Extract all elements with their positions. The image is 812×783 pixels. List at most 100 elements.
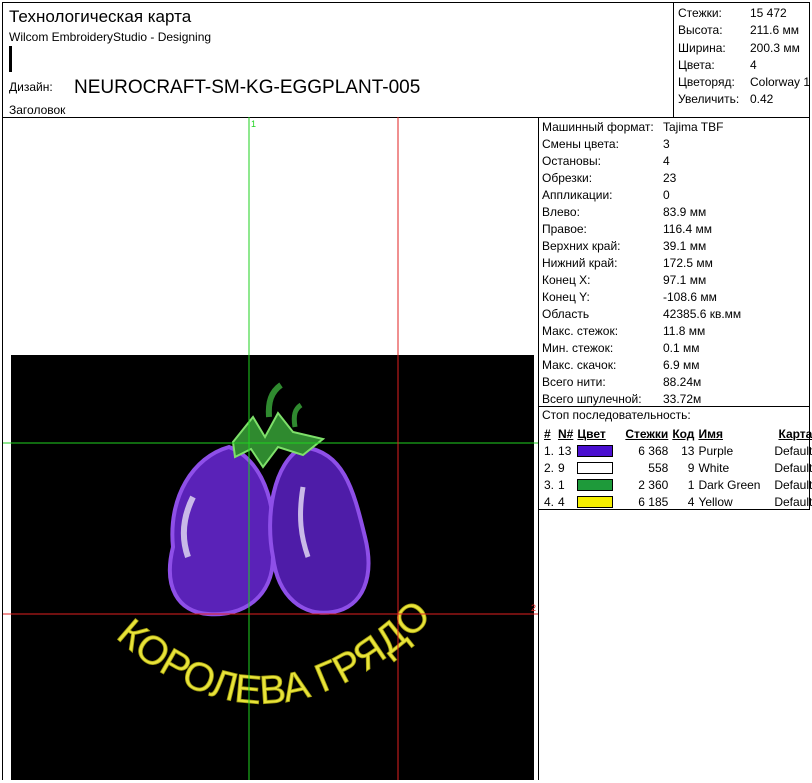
- summary-label: Ширина:: [678, 40, 726, 55]
- info-label: Мин. стежок:: [542, 341, 614, 355]
- info-label: Правое:: [542, 222, 587, 236]
- summary-value: 211.6 мм: [750, 23, 799, 38]
- summary-row: Стежки: 15 472: [678, 5, 811, 22]
- info-value: 42385.6 кв.мм: [663, 307, 742, 321]
- stop-sequence: Стоп последовательность: # N# Цвет Стежки Ко…: [538, 406, 812, 510]
- info-label: Конец Y:: [542, 290, 590, 304]
- color-code: 9: [687, 460, 695, 475]
- summary-label: Цвета:: [678, 57, 715, 72]
- summary-value: 0.42: [750, 92, 774, 107]
- info-row: Смены цвета: 3: [542, 136, 809, 153]
- needle-number: 1: [558, 477, 565, 492]
- info-label: Верхних край:: [542, 239, 621, 253]
- column-header: Цвет: [577, 426, 606, 441]
- color-name: Yellow: [698, 494, 733, 509]
- info-label: Макс. стежок:: [542, 324, 619, 338]
- row-index: 3.: [544, 477, 555, 492]
- row-index: 4.: [544, 494, 555, 509]
- summary-value: 4: [750, 57, 757, 72]
- info-value: 97.1 мм: [663, 273, 707, 287]
- info-label: Макс. скачок:: [542, 358, 617, 372]
- column-header: #: [544, 426, 551, 441]
- summary-label: Стежки:: [678, 6, 722, 20]
- barcode: [9, 46, 417, 72]
- info-row: Остановы: 4: [542, 153, 809, 170]
- info-row: Машинный формат: Tajima TBF: [542, 119, 809, 136]
- info-row: Макс. стежок: 11.8 мм: [542, 323, 809, 340]
- color-name: White: [698, 460, 730, 475]
- info-value: 11.8 мм: [663, 324, 706, 338]
- summary-row: Цветоряд: Colorway 1: [678, 74, 811, 91]
- summary-value: Colorway 1: [750, 75, 811, 90]
- chart-name: Default: [774, 477, 812, 492]
- summary-label: Высота:: [678, 23, 723, 38]
- info-value: 88.24м: [663, 375, 702, 389]
- info-label: Смены цвета:: [542, 137, 619, 151]
- color-code: 4: [687, 494, 695, 509]
- stitch-count: 558: [648, 460, 669, 475]
- info-row: Обрезки: 23: [542, 170, 809, 187]
- info-row: Область 42385.6 кв.мм: [542, 306, 809, 323]
- info-value: 116.4 мм: [663, 222, 712, 236]
- info-label: Аппликации:: [542, 188, 613, 202]
- column-header: Имя: [698, 426, 723, 441]
- info-row: Влево: 83.9 мм: [542, 204, 809, 221]
- color-code: 13: [681, 443, 695, 458]
- info-label: Машинный формат:: [542, 120, 654, 134]
- info-value: 0: [663, 188, 670, 202]
- info-row: Всего нити: 88.24м: [542, 374, 809, 391]
- axis-label-2: 2: [531, 603, 536, 613]
- stop-sequence-title: Стоп последовательность:: [542, 408, 691, 422]
- summary-row: Высота: 211.6 мм: [678, 22, 811, 39]
- color-code: 1: [687, 477, 695, 492]
- chart-name: Default: [774, 443, 812, 458]
- info-label: Обрезки:: [542, 171, 593, 185]
- info-row: Аппликации: 0: [542, 187, 809, 204]
- info-value: 172.5 мм: [663, 256, 713, 270]
- info-value: 83.9 мм: [663, 205, 707, 219]
- table-row: 2. 9 558 9 White Default: [542, 459, 812, 476]
- color-swatch: [575, 493, 615, 510]
- design-preview: КОРОЛЕВА ГРЯДОК 1 2: [0, 82, 539, 780]
- software-name: Wilcom EmbroideryStudio - Designing: [9, 30, 212, 44]
- color-name: Dark Green: [698, 477, 761, 492]
- info-label: Конец X:: [542, 273, 591, 287]
- info-value: 23: [663, 171, 677, 185]
- info-label: Всего нити:: [542, 375, 606, 389]
- summary-panel: Стежки: 15 472 Высота: 211.6 мм Ширина: 200.3…: [673, 3, 811, 117]
- column-header: Карта: [778, 426, 812, 441]
- info-value: -108.6 мм: [663, 290, 717, 304]
- summary-row: Увеличить: 0.42: [678, 91, 811, 108]
- needle-number: 9: [558, 460, 565, 475]
- info-value: Tajima TBF: [663, 120, 724, 134]
- info-value: 6.9 мм: [663, 358, 700, 372]
- info-label: Область: [542, 307, 590, 321]
- table-row: 1. 13 6 368 13 Purple Default: [542, 442, 812, 459]
- info-row: Правое: 116.4 мм: [542, 221, 809, 238]
- info-label: Остановы:: [542, 154, 602, 168]
- info-row: Мин. стежок: 0.1 мм: [542, 340, 809, 357]
- column-header: N#: [558, 426, 574, 441]
- stitch-count: 2 360: [638, 477, 669, 492]
- machine-info-panel: Машинный формат: Tajima TBF Смены цвета: 3 О…: [538, 117, 810, 407]
- info-row: Макс. скачок: 6.9 мм: [542, 357, 809, 374]
- row-index: 2.: [544, 460, 555, 475]
- column-header: Код: [672, 426, 695, 441]
- header: Технологическая карта Wilcom EmbroideryS…: [2, 2, 810, 118]
- info-row: Конец X: 97.1 мм: [542, 272, 809, 289]
- row-index: 1.: [544, 443, 555, 458]
- info-value: 3: [663, 137, 670, 151]
- color-swatch: [575, 459, 615, 476]
- info-label: Влево:: [542, 205, 580, 219]
- color-swatch: [575, 476, 615, 493]
- axis-label-1: 1: [251, 119, 256, 129]
- summary-label: Увеличить:: [678, 92, 740, 107]
- needle-number: 4: [558, 494, 565, 509]
- stop-sequence-table: # N# Цвет Стежки Код Имя Карта 1. 13 6 368 13 Purp…: [542, 425, 812, 510]
- summary-value: 15 472: [750, 6, 787, 20]
- table-row: 4. 4 6 185 4 Yellow Default: [542, 493, 812, 510]
- info-value: 4: [663, 154, 670, 168]
- color-swatch: [575, 442, 615, 459]
- design-label: Дизайн:: [9, 80, 53, 94]
- design-name: NEUROCRAFT-SM-KG-EGGPLANT-005: [74, 77, 421, 98]
